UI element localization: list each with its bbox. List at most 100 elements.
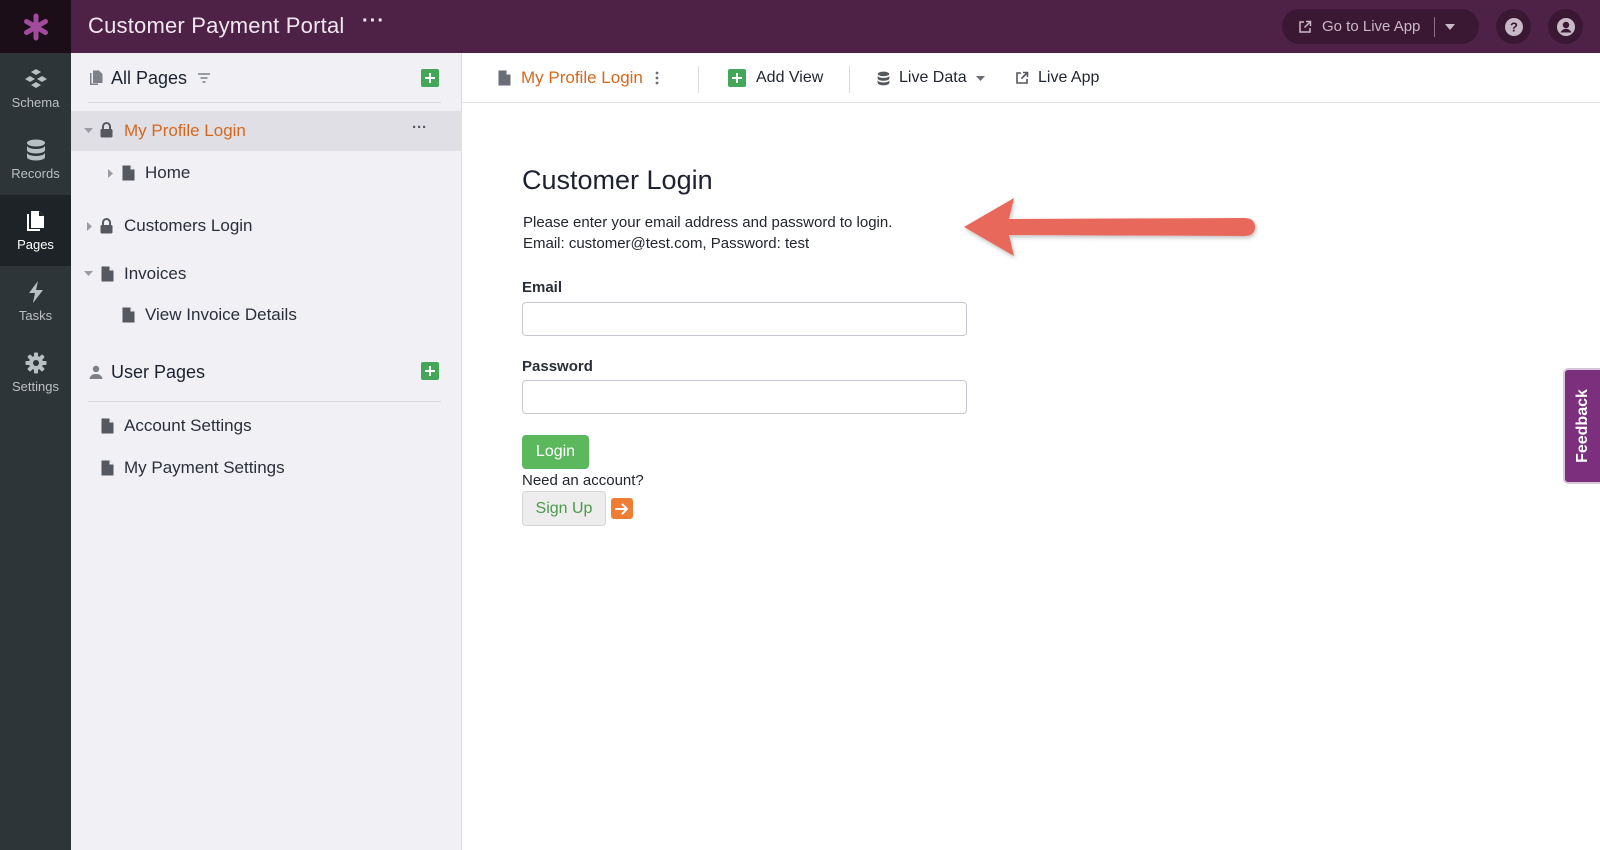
tree-item-label: View Invoice Details <box>145 305 297 324</box>
page-toolbar: My Profile Login Add View Live Data Live… <box>462 53 1600 103</box>
password-label: Password <box>522 358 593 375</box>
caret-down-icon[interactable] <box>84 271 93 277</box>
nav-records-label: Records <box>11 165 60 181</box>
svg-text:?: ? <box>1510 19 1518 34</box>
nav-pages-label: Pages <box>17 236 54 252</box>
live-data-label: Live Data <box>899 69 967 86</box>
button-divider <box>1434 16 1436 37</box>
feedback-label: Feedback <box>1573 389 1591 463</box>
toolbar-divider <box>698 66 699 93</box>
tree-item-customers-login[interactable]: Customers Login <box>71 207 462 245</box>
plus-icon <box>728 69 746 87</box>
gear-icon <box>25 352 46 373</box>
tree-item-home[interactable]: Home <box>71 154 462 192</box>
plus-icon <box>425 73 435 83</box>
tree-item-view-invoice-details[interactable]: View Invoice Details <box>71 296 462 334</box>
user-avatar-icon <box>1556 17 1575 36</box>
email-label: Email <box>522 279 563 296</box>
user-icon <box>89 365 103 379</box>
divider <box>88 102 441 103</box>
chevron-down-icon <box>975 75 985 81</box>
login-description-line: Email: customer@test.com, Password: test <box>523 235 810 252</box>
file-icon <box>101 266 114 282</box>
tree-item-my-profile-login[interactable]: My Profile Login ··· <box>71 111 462 151</box>
go-to-live-app-button[interactable]: Go to Live App <box>1282 9 1479 44</box>
tree-item-account-settings[interactable]: Account Settings <box>71 407 462 445</box>
all-pages-title: All Pages <box>111 67 188 88</box>
lock-icon <box>100 218 113 234</box>
file-icon <box>122 307 135 323</box>
all-pages-header: All Pages <box>89 63 211 93</box>
app-title: Customer Payment Portal <box>88 13 345 38</box>
nav-settings-label: Settings <box>12 378 59 394</box>
login-description: Please enter your email address and pass… <box>523 212 892 254</box>
feedback-tab[interactable]: Feedback <box>1563 368 1600 484</box>
schema-icon <box>24 68 47 88</box>
toolbar-divider <box>849 66 850 93</box>
page-more-button[interactable]: ··· <box>412 119 427 136</box>
arrow-right-icon <box>615 503 628 514</box>
annotation-arrow-icon <box>964 198 1255 256</box>
password-input[interactable] <box>522 380 967 414</box>
current-page-name: My Profile Login <box>521 68 643 87</box>
need-account-text: Need an account? <box>522 472 644 489</box>
file-icon <box>498 70 511 86</box>
tree-item-my-payment-settings[interactable]: My Payment Settings <box>71 449 462 487</box>
tree-item-label: My Payment Settings <box>124 458 285 477</box>
database-icon <box>877 71 890 85</box>
external-link-icon <box>1298 20 1312 34</box>
chevron-down-icon[interactable] <box>1445 23 1456 30</box>
asterisk-logo-icon <box>23 13 48 40</box>
live-app-link[interactable]: Live App <box>1015 53 1099 103</box>
vertical-dots-icon[interactable] <box>655 71 659 85</box>
login-title: Customer Login <box>522 165 713 195</box>
go-to-live-app-label: Go to Live App <box>1322 18 1421 35</box>
user-pages-title: User Pages <box>111 361 206 382</box>
lock-icon <box>100 122 113 138</box>
caret-right-icon[interactable] <box>108 169 114 178</box>
tree-item-label: Account Settings <box>124 416 252 435</box>
filter-icon[interactable] <box>197 72 211 84</box>
external-link-icon <box>1016 71 1029 84</box>
database-icon <box>26 139 45 160</box>
user-pages-header: User Pages <box>89 357 205 387</box>
sign-up-button[interactable]: Sign Up <box>522 491 606 526</box>
plus-icon <box>425 366 435 376</box>
nav-schema[interactable]: Schema <box>0 53 71 124</box>
tree-item-invoices[interactable]: Invoices <box>71 255 462 293</box>
add-page-button[interactable] <box>421 69 439 87</box>
account-button[interactable] <box>1548 9 1583 44</box>
nav-records[interactable]: Records <box>0 124 71 195</box>
file-icon <box>122 165 135 181</box>
add-user-page-button[interactable] <box>421 362 439 380</box>
bolt-icon <box>28 280 43 303</box>
app-logo[interactable] <box>0 0 71 53</box>
live-app-label: Live App <box>1038 69 1100 86</box>
login-button[interactable]: Login <box>522 435 589 469</box>
app-more-button[interactable]: ··· <box>362 10 385 33</box>
file-icon <box>101 460 114 476</box>
current-page-tab[interactable]: My Profile Login <box>498 53 659 103</box>
add-view-label: Add View <box>756 69 824 86</box>
sign-up-arrow-button[interactable] <box>611 498 633 519</box>
pages-icon <box>26 210 44 231</box>
tree-item-label: Home <box>145 163 191 182</box>
caret-right-icon[interactable] <box>87 222 93 231</box>
nav-schema-label: Schema <box>11 94 60 110</box>
live-data-dropdown[interactable]: Live Data <box>877 53 985 103</box>
divider <box>88 401 441 402</box>
tree-item-label: Customers Login <box>124 216 253 235</box>
email-input[interactable] <box>522 302 967 336</box>
add-view-button[interactable]: Add View <box>728 53 823 103</box>
file-icon <box>101 418 114 434</box>
nav-settings[interactable]: Settings <box>0 337 71 408</box>
nav-pages[interactable]: Pages <box>0 195 71 266</box>
login-description-line: Please enter your email address and pass… <box>523 214 893 231</box>
nav-tasks[interactable]: Tasks <box>0 266 71 337</box>
help-button[interactable]: ? <box>1496 9 1531 44</box>
help-icon: ? <box>1504 17 1523 36</box>
tree-item-label: My Profile Login <box>124 121 246 140</box>
caret-down-icon[interactable] <box>84 128 93 134</box>
pages-icon <box>90 70 103 85</box>
left-nav: Schema Records Pages Tasks Settings <box>0 53 71 850</box>
